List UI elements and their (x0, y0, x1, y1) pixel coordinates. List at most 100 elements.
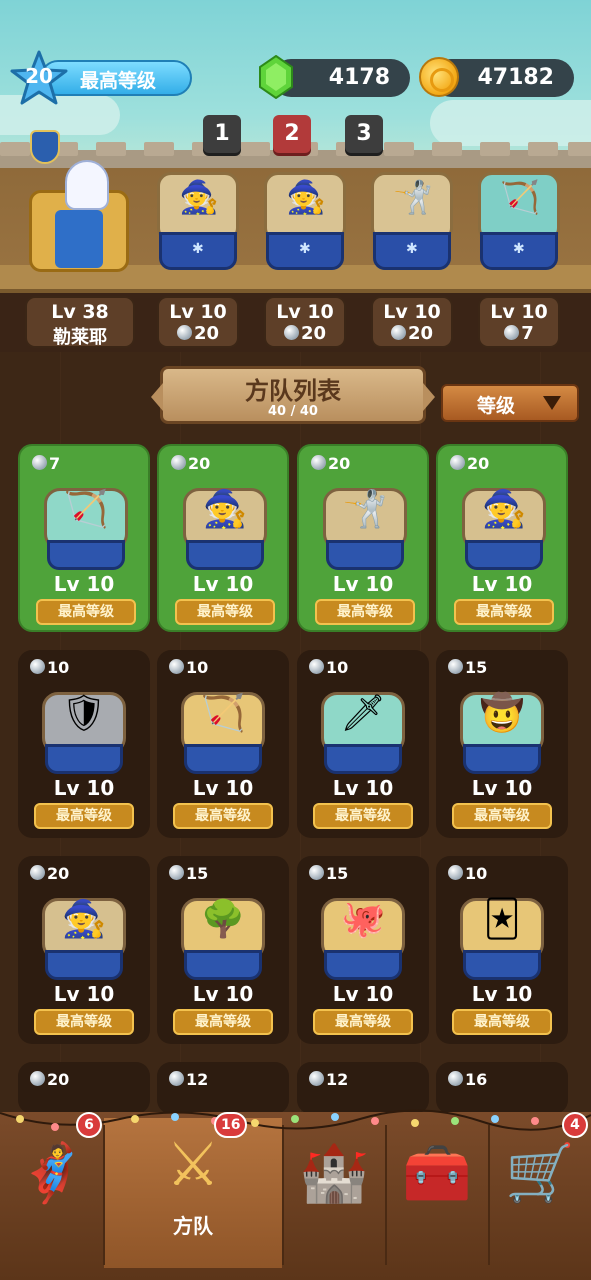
max-level-tag: 最高等级 (173, 1009, 273, 1035)
coin-amount: 47182 (477, 65, 554, 90)
unit-cost: 20 (407, 323, 434, 344)
nav-label-squad: 方队 (173, 1214, 213, 1238)
armored-knight-icon: 🛡 (61, 693, 107, 734)
team-slot[interactable]: 🧙 (157, 172, 239, 274)
ice-wizard-icon: 🧙 (61, 899, 107, 940)
card-cost: 12 (326, 1070, 349, 1089)
squad-card[interactable]: 15 🌳 Lv 10 最高等级 (157, 856, 289, 1044)
team-tab-1[interactable]: 1 (203, 115, 241, 153)
team-level-plate: Lv 10 7 (478, 296, 560, 348)
squad-card[interactable]: 20 🧙 Lv 10 最高等级 (157, 444, 289, 632)
fire-wizard-icon: 🧙 (179, 178, 219, 216)
elixir-orb-icon (30, 1071, 45, 1086)
card-cost: 16 (465, 1070, 488, 1089)
card-level: Lv 10 (471, 982, 533, 1006)
elixir-orb-icon (309, 1071, 324, 1086)
team-tab-3[interactable]: 3 (345, 115, 383, 153)
triangle-down-icon (543, 396, 561, 410)
jester-icon: 🃏 (483, 899, 521, 940)
leader-name: 勒莱耶 (53, 327, 107, 348)
squad-count: 40 / 40 (268, 404, 318, 419)
team-leader-slot[interactable] (25, 160, 133, 276)
card-level: Lv 10 (332, 776, 394, 800)
squad-card[interactable]: 20 🤺 Lv 10 最高等级 (297, 444, 429, 632)
cowboy-rider-icon: 🤠 (479, 693, 525, 734)
max-level-tag: 最高等级 (34, 803, 134, 829)
max-level-tag: 最高等级 (315, 599, 415, 625)
sort-label: 等级 (477, 395, 516, 417)
elixir-orb-icon (390, 325, 406, 340)
bush-ambusher-icon: 🌳 (200, 899, 246, 940)
emerald-icon (259, 55, 293, 99)
crossbowman-icon: 🏹 (200, 693, 246, 734)
squad-icon[interactable]: ⚔ (143, 1130, 243, 1200)
max-level-tag: 最高等级 (173, 803, 273, 829)
archer-on-grass-icon: 🏹 (63, 489, 109, 530)
card-cost: 20 (47, 1070, 70, 1089)
squad-badge: 16 (214, 1112, 248, 1138)
squad-card[interactable]: 10 🏹 Lv 10 最高等级 (157, 650, 289, 838)
squad-card[interactable]: 7 🏹 Lv 10 最高等级 (18, 444, 150, 632)
squad-list-title: 方队列表 (245, 377, 341, 405)
team-slot[interactable]: 🏹 (478, 172, 560, 274)
card-cost: 15 (326, 864, 349, 883)
card-level: Lv 10 (192, 572, 254, 596)
squad-list-banner: 方队列表 40 / 40 (151, 366, 435, 424)
elixir-orb-icon (448, 659, 463, 674)
max-level-tag: 最高等级 (175, 599, 275, 625)
squad-card[interactable]: 15 🤠 Lv 10 最高等级 (436, 650, 568, 838)
team-level-plate: Lv 10 20 (264, 296, 346, 348)
leader-crest-icon (30, 130, 60, 164)
squad-card[interactable]: 10 🛡 Lv 10 最高等级 (18, 650, 150, 838)
max-level-tag: 最高等级 (452, 803, 552, 829)
card-level: Lv 10 (332, 572, 394, 596)
squad-card[interactable]: 15 🐙 Lv 10 最高等级 (297, 856, 429, 1044)
gem-amount: 4178 (328, 65, 390, 90)
cloud (430, 100, 591, 146)
dark-mage-icon: 🧙 (286, 178, 326, 216)
chest-icon[interactable]: 🧰 (387, 1140, 487, 1206)
cart-icon[interactable]: 🛒 (490, 1140, 590, 1206)
max-level-tag: 最高等级 (313, 803, 413, 829)
card-cost: 20 (47, 864, 70, 883)
team-tab-2[interactable]: 2 (273, 115, 311, 153)
card-cost: 10 (47, 658, 70, 677)
card-level: Lv 10 (192, 776, 254, 800)
elixir-orb-icon (504, 325, 520, 340)
elixir-orb-icon (30, 659, 45, 674)
team-slot[interactable]: 🧙 (264, 172, 346, 274)
elixir-orb-icon (309, 865, 324, 880)
player-level-number: 20 (25, 64, 53, 88)
card-level: Lv 10 (471, 572, 533, 596)
elixir-orb-icon (169, 1071, 184, 1086)
card-level: Lv 10 (192, 982, 254, 1006)
card-cost: 12 (186, 1070, 209, 1089)
card-cost: 20 (188, 454, 211, 473)
elixir-orb-icon (448, 1071, 463, 1086)
team-level-plate: Lv 10 20 (157, 296, 239, 348)
spear-maiden-icon: 🗡 (340, 693, 386, 734)
squad-card[interactable]: 20 🧙 Lv 10 最高等级 (436, 444, 568, 632)
squad-card[interactable]: 10 🗡 Lv 10 最高等级 (297, 650, 429, 838)
card-level: Lv 10 (53, 776, 115, 800)
hero-icon[interactable]: 🦸 (2, 1140, 102, 1206)
team-level: Lv 10 (169, 301, 227, 323)
card-cost: 10 (186, 658, 209, 677)
cart-badge: 4 (562, 1112, 588, 1138)
unit-cost: 20 (193, 323, 220, 344)
team-level: Lv 38 (51, 301, 109, 323)
squad-card[interactable]: 10 🃏 Lv 10 最高等级 (436, 856, 568, 1044)
team-slot[interactable]: 🤺 (371, 172, 453, 274)
elixir-orb-icon (309, 659, 324, 674)
elixir-orb-icon (283, 325, 299, 340)
elixir-orb-icon (171, 455, 186, 470)
squad-card[interactable]: 20 🧙 Lv 10 最高等级 (18, 856, 150, 1044)
sort-dropdown[interactable]: 等级 (441, 384, 579, 422)
elixir-orb-icon (32, 455, 47, 470)
card-cost: 7 (49, 454, 61, 473)
castle-icon[interactable]: 🏰 (284, 1140, 384, 1206)
fire-wizard-icon: 🧙 (202, 489, 248, 530)
white-knight-icon: 🤺 (342, 489, 388, 530)
max-level-tag: 最高等级 (313, 1009, 413, 1035)
card-level: Lv 10 (332, 982, 394, 1006)
